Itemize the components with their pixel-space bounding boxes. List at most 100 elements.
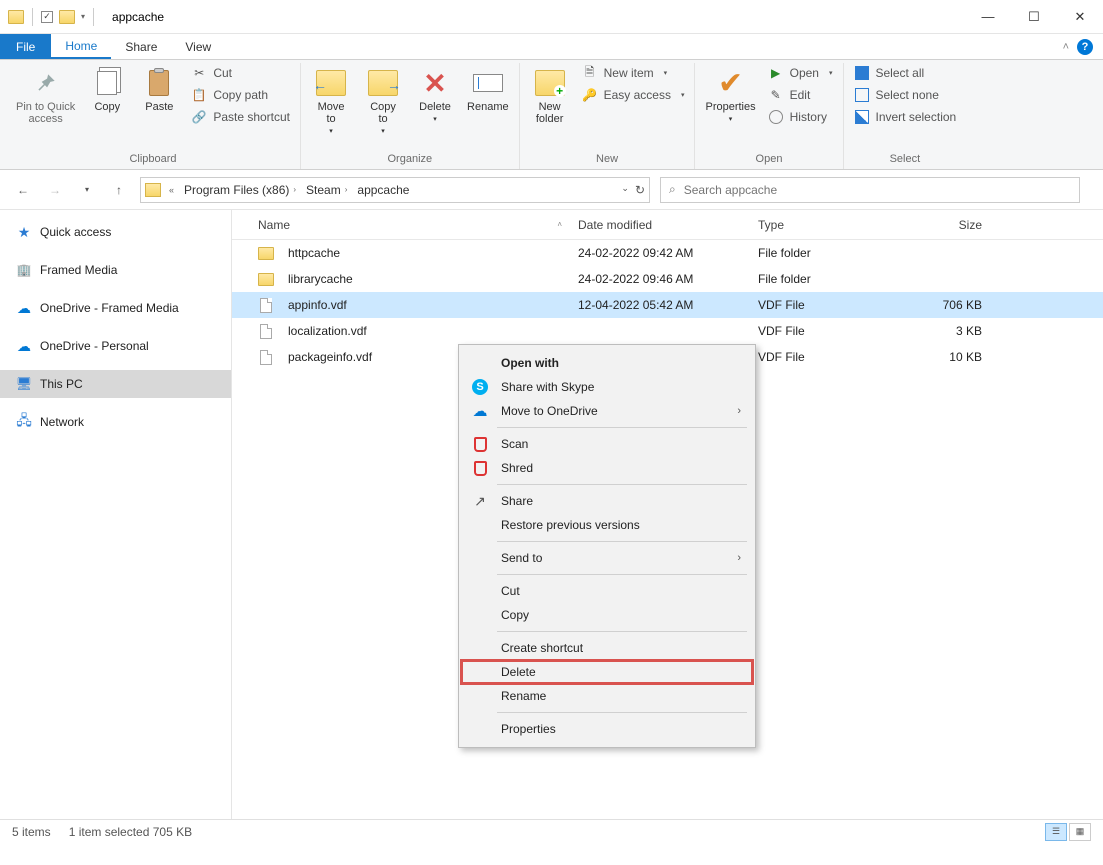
ctx-properties[interactable]: Properties bbox=[461, 717, 753, 741]
status-bar: 5 items 1 item selected 705 KB ☰ ▦ bbox=[0, 819, 1103, 843]
history-button[interactable]: History bbox=[764, 107, 837, 127]
col-date[interactable]: Date modified bbox=[570, 218, 750, 232]
group-new-label: New bbox=[596, 151, 618, 169]
file-icon bbox=[260, 324, 272, 339]
paste-button[interactable]: Paste bbox=[135, 63, 183, 117]
paste-shortcut-button[interactable]: 🔗Paste shortcut bbox=[187, 107, 294, 127]
ctx-share[interactable]: ↗Share bbox=[461, 489, 753, 513]
delete-button[interactable]: ✕ Delete▾ bbox=[411, 63, 459, 127]
open-button[interactable]: ▶Open▾ bbox=[764, 63, 837, 83]
col-size[interactable]: Size bbox=[900, 218, 990, 232]
breadcrumb-2[interactable]: appcache bbox=[355, 183, 411, 197]
ctx-copy[interactable]: Copy bbox=[461, 603, 753, 627]
sidebar-onedrive-work[interactable]: ☁OneDrive - Framed Media bbox=[0, 294, 231, 322]
status-item-count: 5 items bbox=[12, 825, 51, 839]
status-selection: 1 item selected 705 KB bbox=[69, 825, 192, 839]
minimize-button[interactable]: — bbox=[965, 0, 1011, 34]
tab-share[interactable]: Share bbox=[111, 34, 171, 59]
skype-icon: S bbox=[472, 379, 488, 395]
shield-icon bbox=[471, 435, 489, 453]
pin-quick-access-button[interactable]: Pin to Quick access bbox=[12, 63, 79, 129]
help-icon[interactable]: ? bbox=[1077, 39, 1093, 55]
ctx-create-shortcut[interactable]: Create shortcut bbox=[461, 636, 753, 660]
navigation-pane: ★Quick access 🏢Framed Media ☁OneDrive - … bbox=[0, 210, 232, 819]
back-button[interactable]: ← bbox=[12, 179, 34, 201]
new-folder-button[interactable]: New folder bbox=[526, 63, 574, 129]
navigation-bar: ← → ▾ ↑ « Program Files (x86)› Steam› ap… bbox=[0, 170, 1103, 210]
up-button[interactable]: ↑ bbox=[108, 179, 130, 201]
tab-home[interactable]: Home bbox=[51, 34, 111, 59]
ctx-cut[interactable]: Cut bbox=[461, 579, 753, 603]
view-icons-button[interactable]: ▦ bbox=[1069, 823, 1091, 841]
qat-dropdown[interactable]: ▾ bbox=[81, 12, 85, 21]
shield-icon bbox=[471, 459, 489, 477]
sidebar-framed-media[interactable]: 🏢Framed Media bbox=[0, 256, 231, 284]
ctx-shred[interactable]: Shred bbox=[461, 456, 753, 480]
file-row[interactable]: appinfo.vdf 12-04-2022 05:42 AM VDF File… bbox=[232, 292, 1103, 318]
new-item-button[interactable]: 🗎New item▾ bbox=[578, 63, 689, 83]
address-dropdown[interactable]: ⌄ bbox=[621, 183, 629, 197]
search-icon: ⌕ bbox=[669, 182, 676, 197]
tab-file[interactable]: File bbox=[0, 34, 51, 59]
col-type[interactable]: Type bbox=[750, 218, 900, 232]
file-icon bbox=[260, 350, 272, 365]
group-open-label: Open bbox=[756, 151, 783, 169]
tab-view[interactable]: View bbox=[171, 34, 225, 59]
sidebar-onedrive-personal[interactable]: ☁OneDrive - Personal bbox=[0, 332, 231, 360]
sidebar-quick-access[interactable]: ★Quick access bbox=[0, 218, 231, 246]
address-folder-icon bbox=[145, 183, 161, 197]
breadcrumb-0[interactable]: Program Files (x86)› bbox=[182, 183, 298, 197]
sidebar-network[interactable]: 🖧Network bbox=[0, 408, 231, 436]
file-row[interactable]: librarycache 24-02-2022 09:46 AM File fo… bbox=[232, 266, 1103, 292]
breadcrumb-1[interactable]: Steam› bbox=[304, 183, 349, 197]
folder-icon bbox=[258, 273, 274, 286]
group-select-label: Select bbox=[890, 151, 921, 169]
cut-button[interactable]: ✂Cut bbox=[187, 63, 294, 83]
ribbon: Pin to Quick access Copy Paste ✂Cut 📋Cop… bbox=[0, 60, 1103, 170]
move-to-button[interactable]: Move to▾ bbox=[307, 63, 355, 139]
properties-button[interactable]: ✔ Properties▾ bbox=[701, 63, 759, 127]
qat-checkbox[interactable]: ✓ bbox=[41, 11, 53, 23]
file-row[interactable]: httpcache 24-02-2022 09:42 AM File folde… bbox=[232, 240, 1103, 266]
ctx-open-with[interactable]: Open with bbox=[461, 351, 753, 375]
view-details-button[interactable]: ☰ bbox=[1045, 823, 1067, 841]
qat-folder-icon bbox=[59, 10, 75, 24]
ctx-scan[interactable]: Scan bbox=[461, 432, 753, 456]
maximize-button[interactable]: ☐ bbox=[1011, 0, 1057, 34]
select-none-button[interactable]: Select none bbox=[850, 85, 961, 105]
collapse-ribbon-icon[interactable]: ˄ bbox=[1063, 41, 1069, 53]
ribbon-tabs: File Home Share View ˄ ? bbox=[0, 34, 1103, 60]
col-name[interactable]: Name˄ bbox=[250, 218, 570, 232]
sidebar-this-pc[interactable]: 🖥This PC bbox=[0, 370, 231, 398]
file-icon bbox=[260, 298, 272, 313]
group-organize-label: Organize bbox=[388, 151, 433, 169]
ctx-move-onedrive[interactable]: ☁Move to OneDrive› bbox=[461, 399, 753, 423]
context-menu: Open with SShare with Skype ☁Move to One… bbox=[458, 344, 756, 748]
folder-icon bbox=[258, 247, 274, 260]
ctx-restore[interactable]: Restore previous versions bbox=[461, 513, 753, 537]
close-button[interactable]: ✕ bbox=[1057, 0, 1103, 34]
search-input[interactable] bbox=[684, 183, 1071, 197]
app-folder-icon bbox=[8, 10, 24, 24]
ctx-rename[interactable]: Rename bbox=[461, 684, 753, 708]
copy-path-button[interactable]: 📋Copy path bbox=[187, 85, 294, 105]
forward-button[interactable]: → bbox=[44, 179, 66, 201]
recent-locations-button[interactable]: ▾ bbox=[76, 179, 98, 201]
refresh-button[interactable]: ↻ bbox=[635, 183, 645, 197]
column-headers: Name˄ Date modified Type Size bbox=[232, 210, 1103, 240]
share-icon: ↗ bbox=[471, 492, 489, 510]
select-all-button[interactable]: Select all bbox=[850, 63, 961, 83]
ctx-send-to[interactable]: Send to› bbox=[461, 546, 753, 570]
search-box[interactable]: ⌕ bbox=[660, 177, 1080, 203]
ctx-share-skype[interactable]: SShare with Skype bbox=[461, 375, 753, 399]
file-row[interactable]: localization.vdf VDF File 3 KB bbox=[232, 318, 1103, 344]
invert-selection-button[interactable]: Invert selection bbox=[850, 107, 961, 127]
copy-to-button[interactable]: Copy to▾ bbox=[359, 63, 407, 139]
copy-button[interactable]: Copy bbox=[83, 63, 131, 117]
ctx-delete[interactable]: Delete bbox=[461, 660, 753, 684]
address-bar[interactable]: « Program Files (x86)› Steam› appcache ⌄… bbox=[140, 177, 650, 203]
edit-button[interactable]: ✎Edit bbox=[764, 85, 837, 105]
title-bar: ✓ ▾ appcache — ☐ ✕ bbox=[0, 0, 1103, 34]
easy-access-button[interactable]: 🔑Easy access▾ bbox=[578, 85, 689, 105]
rename-button[interactable]: Rename bbox=[463, 63, 513, 117]
